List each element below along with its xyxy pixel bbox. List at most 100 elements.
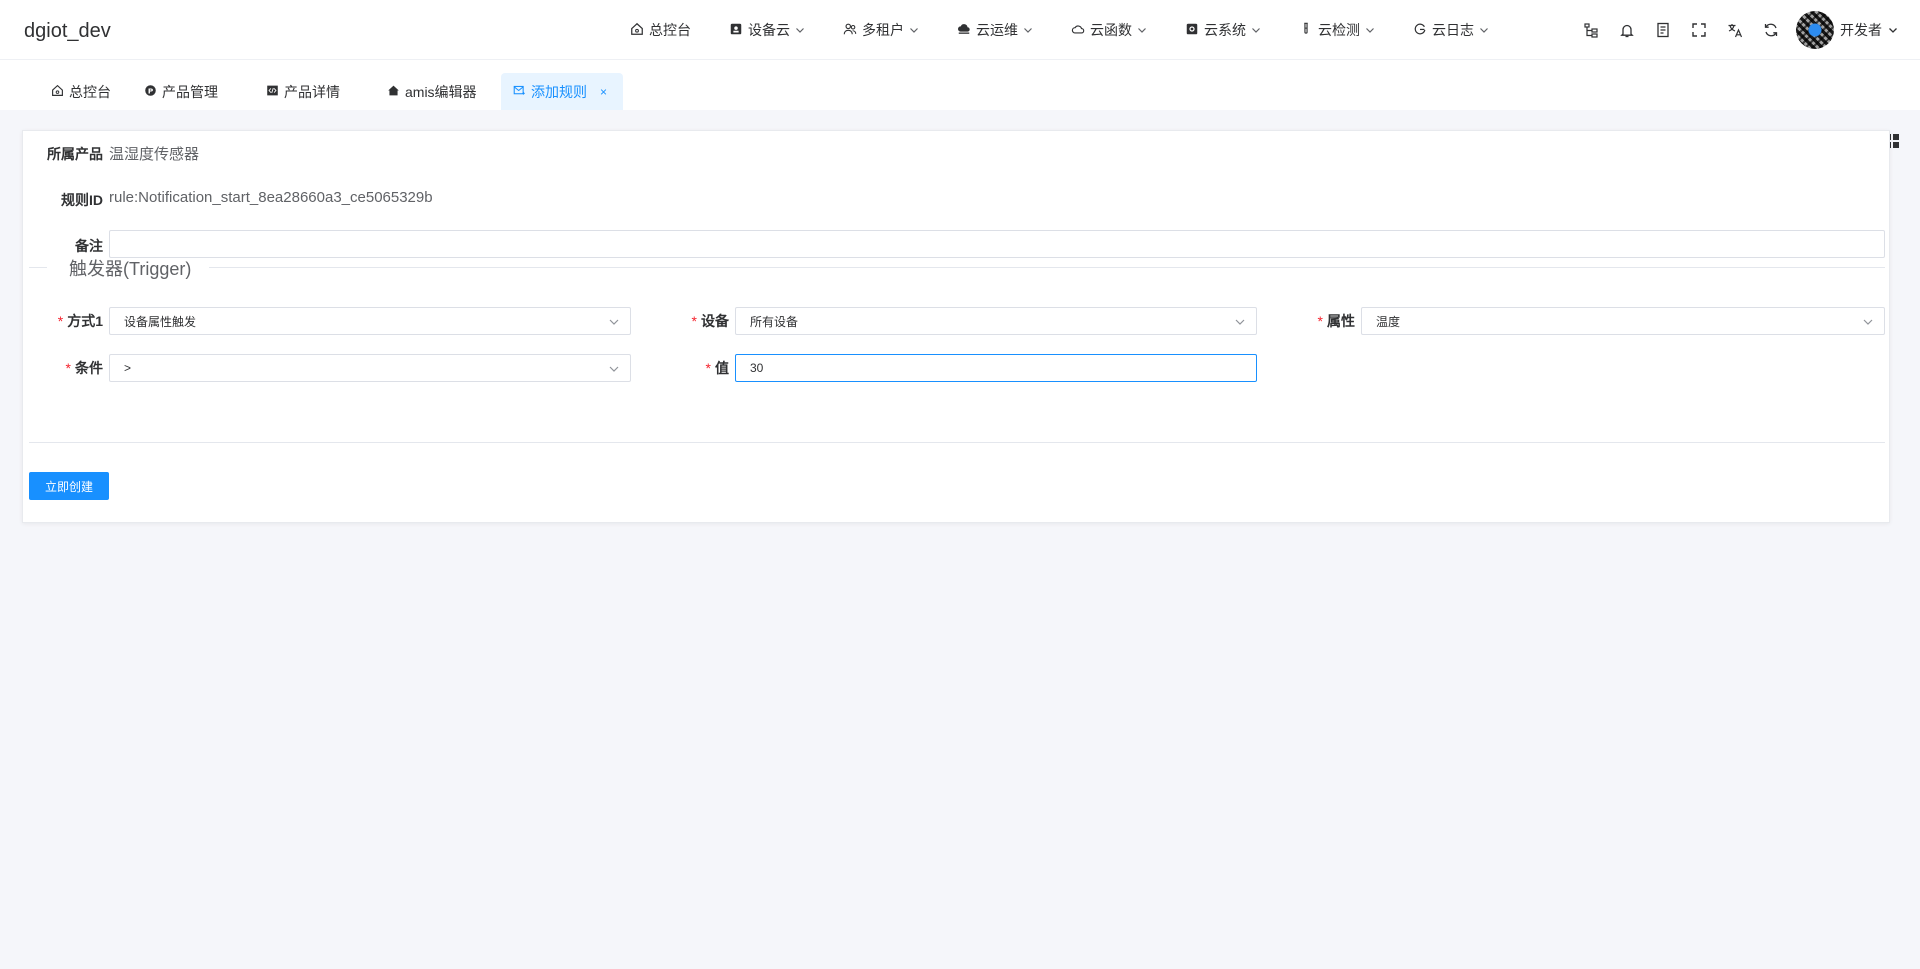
translate-icon[interactable] [1726,21,1744,39]
nav-item-device-cloud[interactable]: 设备云 [729,20,805,40]
code-icon [266,84,279,100]
value-label-text: 值 [715,360,729,376]
method-select-value: 设备属性触发 [124,314,197,329]
required-mark: * [1317,313,1323,329]
header-tools [1582,0,1780,60]
condition-select[interactable]: > [109,354,631,382]
chevron-down-icon [609,319,619,325]
close-icon[interactable]: × [600,85,607,99]
nav-item-label: 设备云 [748,22,790,38]
device-select-value: 所有设备 [750,314,799,329]
user-name: 开发者 [1840,22,1882,38]
required-mark: * [705,360,711,376]
nav-item-cloud-ops[interactable]: 云运维 [957,20,1033,40]
nav-item-cloud-function[interactable]: 云函数 [1071,20,1147,40]
nav-item-label: 云系统 [1204,22,1246,38]
chevron-down-icon [1251,22,1261,38]
refresh-icon[interactable] [1762,21,1780,39]
nav-item-label: 云函数 [1090,22,1132,38]
device-label-text: 设备 [701,313,729,329]
nav-item-label: 多租户 [862,22,904,38]
svg-text:P: P [148,86,154,95]
tab-amis-editor[interactable]: amis编辑器 [375,73,489,110]
value-input[interactable]: 30 [735,354,1257,382]
required-mark: * [691,313,697,329]
tab-label: 产品管理 [162,83,218,100]
attribute-label-text: 属性 [1327,313,1355,329]
attribute-select-value: 温度 [1376,314,1401,329]
editor-icon [387,84,400,100]
tab-label: 添加规则 [531,83,587,100]
device-select[interactable]: 所有设备 [735,307,1257,335]
rule-id-label: 规则ID [61,192,103,208]
trigger-section-title: 触发器(Trigger) [69,259,192,279]
rule-id-value: rule:Notification_start_8ea28660a3_ce506… [109,189,433,206]
nav-item-label: 云日志 [1432,22,1474,38]
cloud-ops-icon [957,22,971,39]
product-value: 温湿度传感器 [109,146,200,163]
user-menu[interactable]: 开发者 [1796,11,1898,49]
condition-label: * 条件 [23,358,103,378]
form-divider [29,442,1885,443]
cloud-function-icon [1071,22,1085,39]
document-icon[interactable] [1654,21,1672,39]
tab-product-detail[interactable]: 产品详情 [254,73,352,110]
log-icon [1413,22,1427,39]
create-now-button[interactable]: 立即创建 [29,472,109,500]
users-icon [843,22,857,39]
chevron-down-icon [795,22,805,38]
chevron-down-icon [1479,22,1489,38]
value-label: * 值 [649,358,729,378]
cloud-system-icon [1185,22,1199,39]
method-label: * 方式1 [23,311,103,331]
nav-item-cloud-test[interactable]: 云检测 [1299,20,1375,40]
trigger-section-divider: 触发器(Trigger) [29,255,1885,279]
rule-form-card: 所属产品 温湿度传感器 规则ID rule:Notification_start… [22,130,1890,523]
home-icon [51,84,64,100]
mail-icon [513,84,526,100]
home-icon [630,22,644,39]
test-tube-icon [1299,22,1313,39]
sitemap-icon[interactable] [1582,21,1600,39]
chevron-down-icon [1137,22,1147,38]
attribute-select[interactable]: 温度 [1361,307,1885,335]
nav-item-label: 总控台 [649,22,691,38]
device-label: * 设备 [649,311,729,331]
tab-console[interactable]: 总控台 [39,73,123,110]
tab-label: 总控台 [69,83,111,100]
nav-item-multi-tenant[interactable]: 多租户 [843,20,919,40]
method-label-text: 方式1 [67,313,103,329]
tab-product-management[interactable]: P 产品管理 [132,73,230,110]
tab-label: amis编辑器 [405,83,477,100]
method-select[interactable]: 设备属性触发 [109,307,631,335]
tab-add-rule[interactable]: 添加规则 × [501,73,623,110]
avatar [1796,11,1834,49]
device-icon [729,22,743,39]
nav-item-label: 云运维 [976,22,1018,38]
nav-item-console[interactable]: 总控台 [630,20,691,40]
top-navigation: 总控台 设备云 多租户 云运维 云函数 云系统 云检测 云日志 [630,0,1527,60]
chevron-down-icon [909,22,919,38]
bell-icon[interactable] [1618,21,1636,39]
top-header: dgiot_dev 总控台 设备云 多租户 云运维 云函数 云系统 云检测 云日… [0,0,1920,60]
condition-label-text: 条件 [75,360,103,376]
chevron-down-icon [1365,22,1375,38]
required-mark: * [65,360,71,376]
nav-item-cloud-log[interactable]: 云日志 [1413,20,1489,40]
chevron-down-icon [1888,22,1898,38]
chevron-down-icon [609,366,619,372]
nav-item-cloud-system[interactable]: 云系统 [1185,20,1261,40]
remark-input[interactable] [109,230,1885,258]
fullscreen-icon[interactable] [1690,21,1708,39]
nav-item-label: 云检测 [1318,22,1360,38]
attribute-label: * 属性 [1275,311,1355,331]
app-logo-title[interactable]: dgiot_dev [24,20,111,43]
tabs-bar: 总控台 P 产品管理 产品详情 amis编辑器 添加规则 × [0,60,1920,148]
chevron-down-icon [1235,319,1245,325]
chevron-down-icon [1023,22,1033,38]
product-label: 所属产品 [47,146,103,162]
remark-label: 备注 [75,238,103,254]
product-icon: P [144,84,157,100]
chevron-down-icon [1863,319,1873,325]
tab-label: 产品详情 [284,83,340,100]
